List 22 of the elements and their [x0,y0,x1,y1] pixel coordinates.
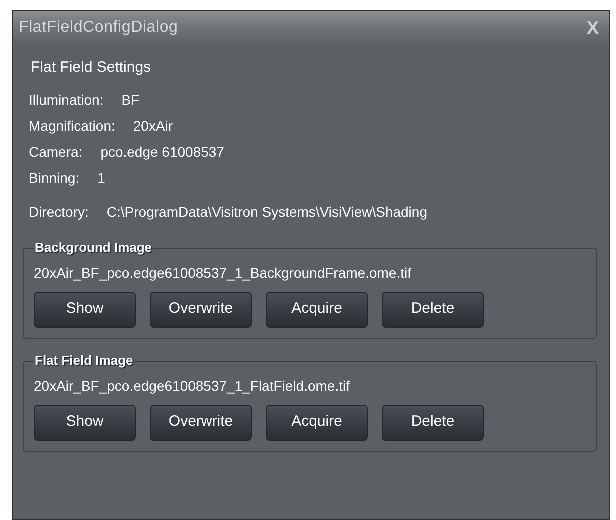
info-label: Binning: [29,169,80,188]
info-value: 20xAir [133,117,174,136]
action-button[interactable]: Delete [382,404,484,440]
action-button[interactable]: Delete [382,292,484,328]
window-title: FlatFieldConfigDialog [19,18,178,38]
action-button[interactable]: Acquire [266,404,368,440]
directory-path: C:\ProgramData\Visitron Systems\VisiView\Shading [106,203,428,222]
info-value: pco.edge 61008537 [100,143,224,162]
action-button[interactable]: Show [34,292,136,328]
action-button[interactable]: Overwrite [150,404,252,440]
info-label: Illumination: [29,91,104,110]
info-value: BF [122,91,140,110]
action-button[interactable]: Overwrite [150,292,252,328]
action-button[interactable]: Acquire [266,292,368,328]
directory-label: Directory: [29,203,89,222]
info-label: Magnification: [29,117,116,136]
file-name: 20xAir_BF_pco.edge61008537_1_BackgroundFrame.ome.tif [34,264,412,283]
section-heading: Flat Field Settings [31,58,152,78]
file-name: 20xAir_BF_pco.edge61008537_1_FlatField.ome.tif [34,376,351,396]
action-button[interactable]: Show [34,404,136,440]
info-label: Camera: [29,143,83,162]
info-value: 1 [98,169,106,188]
